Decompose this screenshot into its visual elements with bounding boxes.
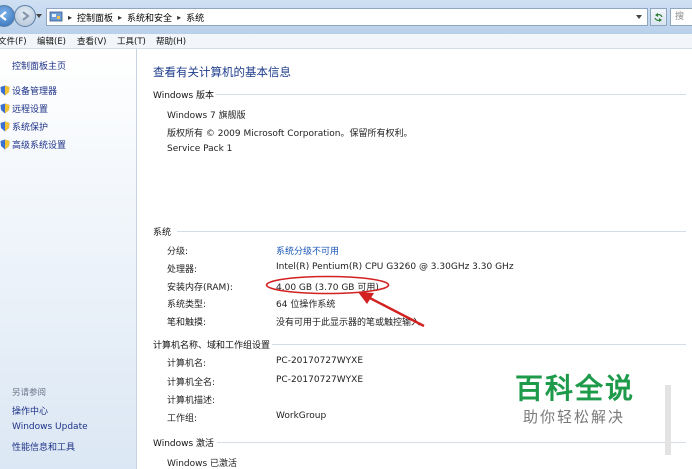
back-arrow-icon (0, 11, 7, 21)
service-pack: Service Pack 1 (167, 144, 233, 154)
menu-edit[interactable]: 编辑(E) (37, 35, 66, 47)
computer-name-label: 计算机名: (167, 359, 207, 369)
workgroup-label: 工作组: (167, 414, 198, 424)
annotation-arrow (358, 292, 425, 328)
back-button[interactable] (0, 5, 15, 27)
forward-button[interactable] (14, 5, 36, 27)
see-also-heading: 另请参阅 (12, 388, 47, 398)
menu-bar: 文件(F) 编辑(E) 查看(V) 工具(T) 帮助(H) (0, 34, 692, 49)
address-dropdown-icon[interactable] (635, 13, 643, 21)
breadcrumb-control-panel[interactable]: 控制面板 (77, 11, 113, 24)
sidebar-item-advanced-settings[interactable]: 高级系统设置 (0, 138, 66, 151)
system-heading: 系统 (153, 228, 172, 238)
section-divider (272, 344, 686, 345)
refresh-button[interactable] (650, 8, 667, 26)
section-divider (217, 442, 686, 443)
menu-view[interactable]: 查看(V) (77, 35, 106, 47)
shield-icon (0, 121, 10, 132)
sidebar-item-label: 远程设置 (12, 105, 49, 115)
system-type-value: 64 位操作系统 (276, 300, 336, 310)
control-panel-icon (49, 11, 63, 22)
watermark-logo: 百科全说 助你轻松解决 (515, 372, 655, 427)
address-toolbar: ▸ 控制面板 ▸ 系统和安全 ▸ 系统 搜 (0, 0, 692, 35)
rating-label: 分级: (167, 247, 189, 257)
sidebar-item-device-manager[interactable]: 设备管理器 (0, 84, 57, 97)
page-title: 查看有关计算机的基本信息 (153, 65, 291, 79)
ram-label: 安装内存(RAM): (167, 283, 233, 293)
full-name-label: 计算机全名: (167, 378, 216, 388)
rating-link[interactable]: 系统分级不可用 (276, 244, 339, 257)
refresh-icon (654, 12, 663, 22)
shield-icon (0, 85, 10, 96)
watermark-title: 百科全说 (515, 372, 636, 405)
watermark-subtitle: 助你轻松解决 (523, 408, 626, 426)
menu-file[interactable]: 文件(F) (0, 35, 27, 47)
breadcrumb-separator: ▸ (68, 12, 73, 22)
breadcrumb-system[interactable]: 系统 (186, 11, 204, 24)
breadcrumb-separator[interactable]: ▸ (118, 13, 122, 22)
see-also-action-center[interactable]: 操作中心 (12, 404, 48, 417)
sidebar-item-remote-settings[interactable]: 远程设置 (0, 102, 48, 115)
section-divider (177, 231, 686, 232)
breadcrumb-separator[interactable]: ▸ (177, 13, 181, 22)
breadcrumb-system-security[interactable]: 系统和安全 (127, 11, 172, 24)
sidebar: 控制面板主页 设备管理器 远程设置 系统保护 高级系统设置 另请参阅 操作中心 … (0, 49, 137, 469)
full-name-value: PC-20170727WYXE (276, 375, 364, 385)
sidebar-home-link[interactable]: 控制面板主页 (12, 59, 66, 72)
edition-name: Windows 7 旗舰版 (167, 111, 246, 121)
activation-status: Windows 已激活 (167, 459, 238, 469)
scrollbar-track[interactable] (665, 385, 671, 455)
system-type-label: 系统类型: (167, 300, 207, 310)
shield-icon (0, 103, 10, 114)
menu-help[interactable]: 帮助(H) (156, 35, 186, 47)
section-divider (216, 94, 686, 95)
description-label: 计算机描述: (167, 396, 216, 406)
menu-tools[interactable]: 工具(T) (117, 35, 146, 47)
forward-arrow-icon (22, 11, 30, 21)
sidebar-item-label: 设备管理器 (12, 87, 58, 97)
processor-value: Intel(R) Pentium(R) CPU G3260 @ 3.30GHz … (276, 262, 514, 272)
sidebar-item-label: 高级系统设置 (12, 141, 67, 151)
see-also-windows-update[interactable]: Windows Update (12, 422, 88, 432)
edition-heading: Windows 版本 (153, 91, 215, 101)
processor-label: 处理器: (167, 265, 198, 275)
search-input[interactable]: 搜 (670, 8, 692, 26)
sidebar-item-label: 系统保护 (12, 123, 49, 133)
address-bar[interactable]: ▸ 控制面板 ▸ 系统和安全 ▸ 系统 (46, 8, 648, 26)
shield-icon (0, 139, 10, 150)
copyright-text: 版权所有 © 2009 Microsoft Corporation。保留所有权利… (167, 129, 413, 139)
computer-name-value: PC-20170727WYXE (276, 356, 364, 366)
activation-heading: Windows 激活 (153, 439, 215, 449)
main-content: 查看有关计算机的基本信息 Windows 版本 Windows 7 旗舰版 版权… (137, 49, 692, 469)
computer-name-heading: 计算机名称、域和工作组设置 (153, 341, 271, 351)
see-also-performance-tools[interactable]: 性能信息和工具 (12, 440, 75, 453)
workgroup-value: WorkGroup (276, 411, 327, 421)
sidebar-item-system-protection[interactable]: 系统保护 (0, 120, 48, 133)
history-dropdown-icon[interactable] (35, 12, 43, 20)
pen-touch-label: 笔和触摸: (167, 318, 207, 328)
